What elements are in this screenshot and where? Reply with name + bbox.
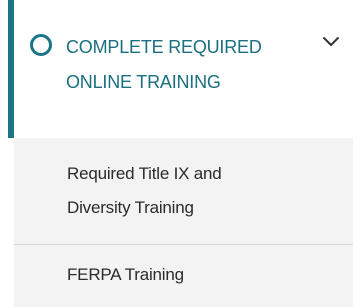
list-item-label: Required Title IX and Diversity Training (67, 157, 307, 225)
section-title: COMPLETE REQUIRED ONLINE TRAINING (66, 30, 306, 100)
list-item-title-ix-diversity-training[interactable]: Required Title IX and Diversity Training (14, 138, 353, 245)
list-item-label-line-1: FERPA Training (67, 265, 184, 284)
list-item-label-line-1: Required Title IX and (67, 164, 222, 183)
training-panel: COMPLETE REQUIRED ONLINE TRAINING Requir… (0, 0, 353, 307)
circle-outline-icon (30, 34, 52, 56)
list-item-label: FERPA Training (67, 258, 307, 292)
list-item-ferpa-training[interactable]: FERPA Training (14, 245, 353, 307)
training-sub-list: Required Title IX and Diversity Training… (14, 138, 353, 307)
section-title-line-2: ONLINE TRAINING (66, 72, 221, 92)
chevron-down-icon[interactable] (322, 36, 340, 48)
section-title-line-1: COMPLETE REQUIRED (66, 37, 262, 57)
active-accent-bar (8, 0, 14, 138)
list-item-label-line-2: Diversity Training (67, 198, 194, 217)
section-header-complete-required-online-training[interactable]: COMPLETE REQUIRED ONLINE TRAINING (0, 0, 353, 138)
